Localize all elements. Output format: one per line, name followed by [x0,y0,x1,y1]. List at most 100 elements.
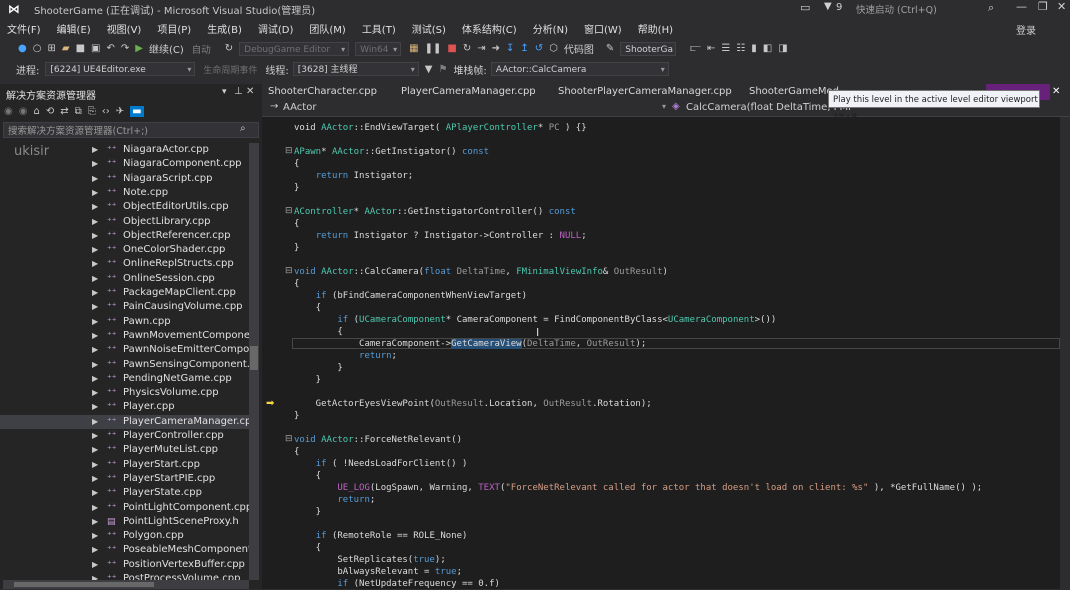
tools-icon[interactable]: ✎ [606,43,614,54]
expand-arrow-icon[interactable]: ▶ [92,515,98,529]
tree-item[interactable]: ▶ ⁺⁺ PlayerState.cpp [0,486,250,500]
open-icon[interactable]: ▰ [62,43,70,54]
back-icon[interactable]: ● [18,43,27,54]
tree-item[interactable]: ▶ ⁺⁺ PostProcessVolume.cpp [0,572,250,580]
refresh-icon[interactable]: ↻ [225,43,233,54]
expand-arrow-icon[interactable]: ▶ [92,572,98,580]
bookmark-icon[interactable]: ▮ [751,43,757,54]
expand-arrow-icon[interactable]: ▶ [92,329,98,343]
tree-item[interactable]: ▶ ⁺⁺ OneColorShader.cpp [0,243,250,257]
tree-item[interactable]: ▶ ⁺⁺ Polygon.cpp [0,529,250,543]
expand-arrow-icon[interactable]: ▶ [92,443,98,457]
preview-icon[interactable]: ▬ [130,105,144,117]
pending-changes-icon[interactable]: ⟲ [46,106,54,117]
panel-dropdown-icon[interactable]: ▾ [222,87,227,97]
tab-shooter-character[interactable]: ShooterCharacter.cpp [268,86,377,97]
restart-icon[interactable]: ↻ [463,43,471,54]
tree-item[interactable]: ▶ ⁺⁺ OnlineReplStructs.cpp [0,257,250,271]
solution-search-input[interactable]: 搜索解决方案资源管理器(Ctrl+;) [8,123,148,137]
pin-icon[interactable]: ⊥ [234,86,243,97]
code-map-icon[interactable]: ⬡ [549,43,558,54]
menu-view[interactable]: 视图(V) [107,21,142,36]
menu-architecture[interactable]: 体系结构(C) [462,21,517,36]
save-all-icon[interactable]: ▣ [91,43,100,54]
forward-icon[interactable]: ○ [33,43,42,54]
tree-item[interactable]: ▶ ⁺⁺ PlayerCameraManager.cpp [0,414,250,429]
tree-item[interactable]: ▶ ⁺⁺ Player.cpp [0,400,250,414]
tab-close-icon[interactable]: ✕ [1052,86,1060,97]
stack-frame-dropdown[interactable]: AActor::CalcCamera ▾ [490,62,669,76]
tree-item[interactable]: ▶ ⁺⁺ PlayerStart.cpp [0,458,250,472]
redo-icon[interactable]: ↷ [121,43,129,54]
fold-toggle[interactable]: ⊟ [285,266,293,276]
expand-arrow-icon[interactable]: ▶ [92,200,98,214]
tree-item[interactable]: ▶ ⁺⁺ PositionVertexBuffer.cpp [0,558,250,572]
filter-icon[interactable]: ▼ [425,64,433,75]
tree-item[interactable]: ▶ ⁺⁺ PlayerController.cpp [0,429,250,443]
properties-icon[interactable]: ✈ [116,106,124,117]
menu-tools[interactable]: 工具(T) [362,21,396,36]
menu-analyze[interactable]: 分析(N) [533,21,568,36]
search-icon[interactable]: ⌕ [240,123,246,134]
scope-dropdown-arrow-icon[interactable]: ▾ [662,102,666,111]
expand-arrow-icon[interactable]: ▶ [92,243,98,257]
expand-arrow-icon[interactable]: ▶ [92,186,98,200]
tree-item[interactable]: ▶ ⁺⁺ ObjectLibrary.cpp [0,215,250,229]
expand-arrow-icon[interactable]: ▶ [92,501,98,515]
tree-item[interactable]: ▶ ⁺⁺ OnlineSession.cpp [0,272,250,286]
bookmark-prev-icon[interactable]: ◧ [763,43,772,54]
show-next-statement-icon[interactable]: ⇥ [477,43,485,54]
show-all-files-icon[interactable]: ⎘ [88,106,96,117]
tree-horizontal-scroll-thumb[interactable] [14,582,154,587]
notification-flag-icon[interactable]: ▼ [824,1,832,12]
maximize-button[interactable]: ❐ [1038,0,1048,13]
editor-vertical-scrollbar[interactable] [1060,117,1070,589]
tree-item[interactable]: ▶ ⁺⁺ PainCausingVolume.cpp [0,300,250,314]
member-dropdown[interactable]: CalcCamera(float DeltaTime, FMi [686,102,851,113]
minimize-button[interactable]: — [1016,0,1027,13]
platform-dropdown[interactable]: Win64 ▾ [355,41,402,56]
thread-dropdown[interactable]: [3628] 主线程 ▾ [292,62,419,76]
lifecycle-dropdown[interactable]: 生命周期事件 [203,63,257,76]
comment-icon[interactable]: ☰ [721,43,730,54]
project-dropdown[interactable]: ShooterGa [620,41,677,56]
sync-icon[interactable]: ⇄ [60,106,68,117]
tree-item[interactable]: ▶ ⁺⁺ ObjectReferencer.cpp [0,229,250,243]
scope-dropdown[interactable]: AActor [283,102,316,113]
menu-project[interactable]: 项目(P) [157,21,191,36]
expand-arrow-icon[interactable]: ▶ [92,415,98,429]
expand-arrow-icon[interactable]: ▶ [92,429,98,443]
tree-item[interactable]: ▶ ⁺⁺ NiagaraActor.cpp [0,143,250,157]
tree-item[interactable]: ▶ ⁺⁺ ObjectEditorUtils.cpp [0,200,250,214]
expand-arrow-icon[interactable]: ▶ [92,529,98,543]
uncomment-icon[interactable]: ☷ [736,43,745,54]
step-over-icon[interactable]: ➜ [492,43,500,54]
menu-build[interactable]: 生成(B) [207,21,242,36]
expand-arrow-icon[interactable]: ▶ [92,157,98,171]
code-map-button[interactable]: 代码图 [564,41,594,56]
undo-icon[interactable]: ↶ [106,43,114,54]
attach-icon[interactable]: ▦ [409,43,418,54]
expand-arrow-icon[interactable]: ▶ [92,315,98,329]
step-back-icon[interactable]: ↺ [535,43,543,54]
tree-item[interactable]: ▶ ⁺⁺ Note.cpp [0,186,250,200]
stop-icon[interactable]: ■ [447,43,456,54]
quick-launch-input[interactable]: 快速启动 (Ctrl+Q) [856,2,937,16]
new-project-icon[interactable]: ⊞ [47,43,55,54]
expand-arrow-icon[interactable]: ▶ [92,286,98,300]
expand-arrow-icon[interactable]: ▶ [92,372,98,386]
fold-toggle[interactable]: ⊟ [285,146,293,156]
tree-item[interactable]: ▶ ⁺⁺ PhysicsVolume.cpp [0,386,250,400]
config-dropdown[interactable]: DebugGame Editor ▾ [239,41,350,56]
expand-arrow-icon[interactable]: ▶ [92,272,98,286]
close-button[interactable]: ✕ [1057,0,1066,13]
indent-icon[interactable]: ⇤ [707,43,715,54]
expand-arrow-icon[interactable]: ▶ [92,458,98,472]
fold-toggle[interactable]: ⊟ [285,434,293,444]
auto-dropdown[interactable]: 自动 [192,42,211,56]
menu-test[interactable]: 测试(S) [412,21,446,36]
tree-item[interactable]: ▶ ⁺⁺ PointLightComponent.cpp [0,501,250,515]
step-into-icon[interactable]: ↧ [506,43,514,54]
tree-item[interactable]: ▶ ⁺⁺ PawnNoiseEmitterCompone [0,343,250,357]
tree-item[interactable]: ▶ ⁺⁺ PawnMovementComponent. [0,329,250,343]
